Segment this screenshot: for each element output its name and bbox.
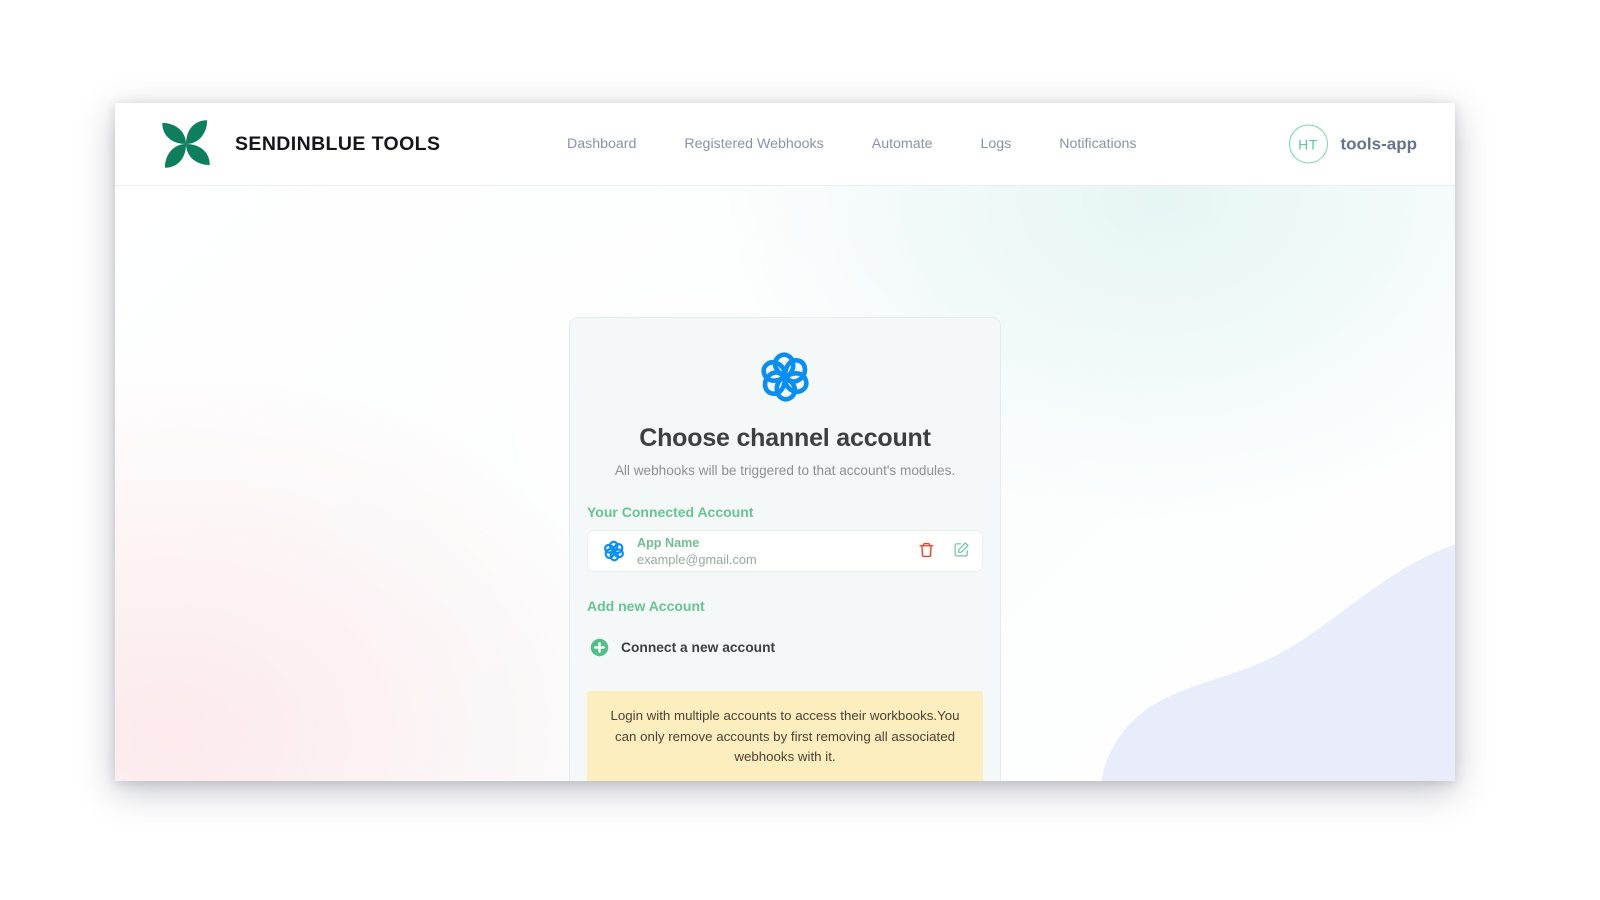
nav-item-registered-webhooks[interactable]: Registered Webhooks <box>684 136 823 152</box>
brand-name: SENDINBLUE TOOLS <box>235 132 441 155</box>
avatar: HT <box>1288 124 1328 164</box>
info-notice: Login with multiple accounts to access t… <box>587 691 983 781</box>
plus-circle-icon <box>590 638 609 657</box>
account-email: example@gmail.com <box>637 552 757 568</box>
card-logo-wrap <box>570 348 1000 406</box>
main-nav: Dashboard Registered Webhooks Automate L… <box>567 136 1137 152</box>
connect-new-account-button[interactable]: Connect a new account <box>590 638 775 657</box>
nav-item-automate[interactable]: Automate <box>872 136 933 152</box>
nav-item-logs[interactable]: Logs <box>980 136 1011 152</box>
account-text: App Name example@gmail.com <box>637 534 918 568</box>
add-account-section-label: Add new Account <box>587 598 705 614</box>
connected-account-section-label: Your Connected Account <box>587 504 754 520</box>
list-item-account[interactable]: App Name example@gmail.com <box>587 530 983 572</box>
page-title: Choose channel account <box>639 424 931 452</box>
user-name: tools-app <box>1340 134 1418 153</box>
brand[interactable]: SENDINBLUE TOOLS <box>153 111 533 177</box>
trash-icon <box>918 541 935 562</box>
edit-account-button[interactable] <box>953 541 970 561</box>
delete-account-button[interactable] <box>918 541 935 562</box>
page-subtitle: All webhooks will be triggered to that a… <box>614 463 956 478</box>
user-menu[interactable]: HT tools-app <box>1288 124 1418 164</box>
sendinblue-pinwheel-blue-icon <box>602 539 626 563</box>
app-header: SENDINBLUE TOOLS Dashboard Registered We… <box>115 103 1455 186</box>
page-body: Choose channel account All webhooks will… <box>115 186 1455 781</box>
nav-item-notifications[interactable]: Notifications <box>1059 136 1136 152</box>
connect-new-account-label: Connect a new account <box>621 640 776 655</box>
decorative-blob-shape <box>1101 544 1455 781</box>
nav-item-dashboard[interactable]: Dashboard <box>567 136 636 152</box>
account-name: App Name <box>637 536 700 551</box>
choose-account-card: Choose channel account All webhooks will… <box>569 317 1001 781</box>
edit-pencil-square-icon <box>953 541 970 561</box>
browser-window: SENDINBLUE TOOLS Dashboard Registered We… <box>115 103 1455 781</box>
sendinblue-pinwheel-green-logo-icon <box>153 111 219 177</box>
account-row-actions <box>918 541 970 562</box>
sendinblue-pinwheel-blue-logo-icon <box>756 348 814 406</box>
